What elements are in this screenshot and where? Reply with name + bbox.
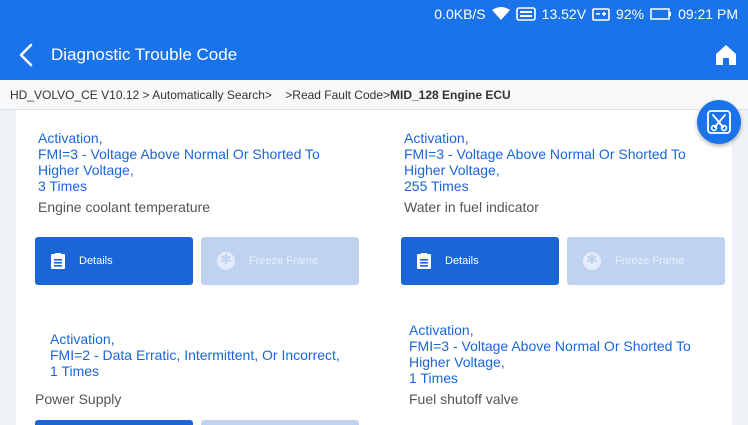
snowflake-icon (583, 251, 601, 270)
status-indicators: 0.0KB/S 13.52V 92% 09:21 PM (434, 6, 738, 22)
page-title: Diagnostic Trouble Code (51, 45, 238, 64)
fault-count: 255 Times (404, 178, 469, 194)
fault-status: Activation, (38, 130, 103, 146)
battery-icon (650, 8, 672, 20)
fault-fmi: FMI=3 - Voltage Above Normal Or Shorted … (38, 146, 320, 178)
fault-card: Activation, FMI=3 - Voltage Above Normal… (404, 130, 732, 215)
details-button[interactable]: Details (35, 237, 193, 285)
breadcrumb-path: HD_VOLVO_CE V10.12 > Automatically Searc… (10, 88, 272, 102)
fault-card: Activation, FMI=3 - Voltage Above Normal… (409, 322, 732, 407)
freeze-frame-label: Freeze Frame (249, 255, 319, 267)
fault-fmi: FMI=3 - Voltage Above Normal Or Shorted … (404, 146, 686, 178)
car-battery-icon (592, 8, 610, 21)
network-speed: 0.0KB/S (434, 6, 486, 22)
freeze-frame-button[interactable]: Freeze Frame (567, 237, 725, 285)
fault-count: 3 Times (38, 178, 88, 194)
fault-fmi: FMI=2 - Data Erratic, Intermittent, Or I… (50, 347, 340, 363)
scissors-icon (707, 110, 731, 134)
breadcrumb-sub: >Read Fault Code> (285, 88, 391, 102)
fault-status: Activation, (409, 322, 474, 338)
freeze-frame-button[interactable]: Freeze Frame (201, 237, 359, 285)
fault-card: Activation, FMI=3 - Voltage Above Normal… (38, 130, 388, 215)
fault-count: 1 Times (409, 370, 459, 386)
freeze-frame-label: Freeze Frame (615, 255, 685, 267)
details-button[interactable] (35, 420, 193, 425)
clock: 09:21 PM (678, 6, 738, 22)
snowflake-icon (217, 251, 235, 270)
fault-description: Power Supply (35, 391, 122, 407)
breadcrumb: HD_VOLVO_CE V10.12 > Automatically Searc… (0, 80, 748, 110)
back-button[interactable] (14, 42, 40, 68)
clipboard-icon (51, 253, 65, 269)
voltage-reading: 13.52V (541, 6, 587, 22)
fault-status: Activation, (404, 130, 469, 146)
breadcrumb-current: MID_128 Engine ECU (390, 88, 511, 102)
freeze-frame-button[interactable] (201, 420, 359, 425)
fault-description: Water in fuel indicator (404, 199, 539, 215)
status-bar: 0.0KB/S 13.52V 92% 09:21 PM (0, 0, 748, 30)
home-icon (716, 45, 736, 65)
fault-description: Fuel shutoff valve (409, 391, 519, 407)
floating-tool-button[interactable] (697, 100, 741, 144)
chevron-left-icon (19, 43, 33, 67)
battery-percent: 92% (616, 6, 645, 22)
details-label: Details (445, 255, 479, 267)
fault-description: Engine coolant temperature (38, 199, 210, 215)
wifi-icon (491, 7, 510, 20)
title-bar: Diagnostic Trouble Code (0, 30, 748, 80)
fault-card: Activation, FMI=2 - Data Erratic, Interm… (50, 331, 400, 379)
vci-connector-icon (515, 7, 536, 21)
details-label: Details (79, 255, 113, 267)
clipboard-icon (417, 253, 431, 269)
fault-fmi: FMI=3 - Voltage Above Normal Or Shorted … (409, 338, 691, 370)
details-button[interactable]: Details (401, 237, 559, 285)
home-button[interactable] (714, 43, 738, 67)
fault-count: 1 Times (50, 363, 100, 379)
fault-status: Activation, (50, 331, 115, 347)
fault-code-list[interactable]: Activation, FMI=3 - Voltage Above Normal… (16, 110, 732, 425)
